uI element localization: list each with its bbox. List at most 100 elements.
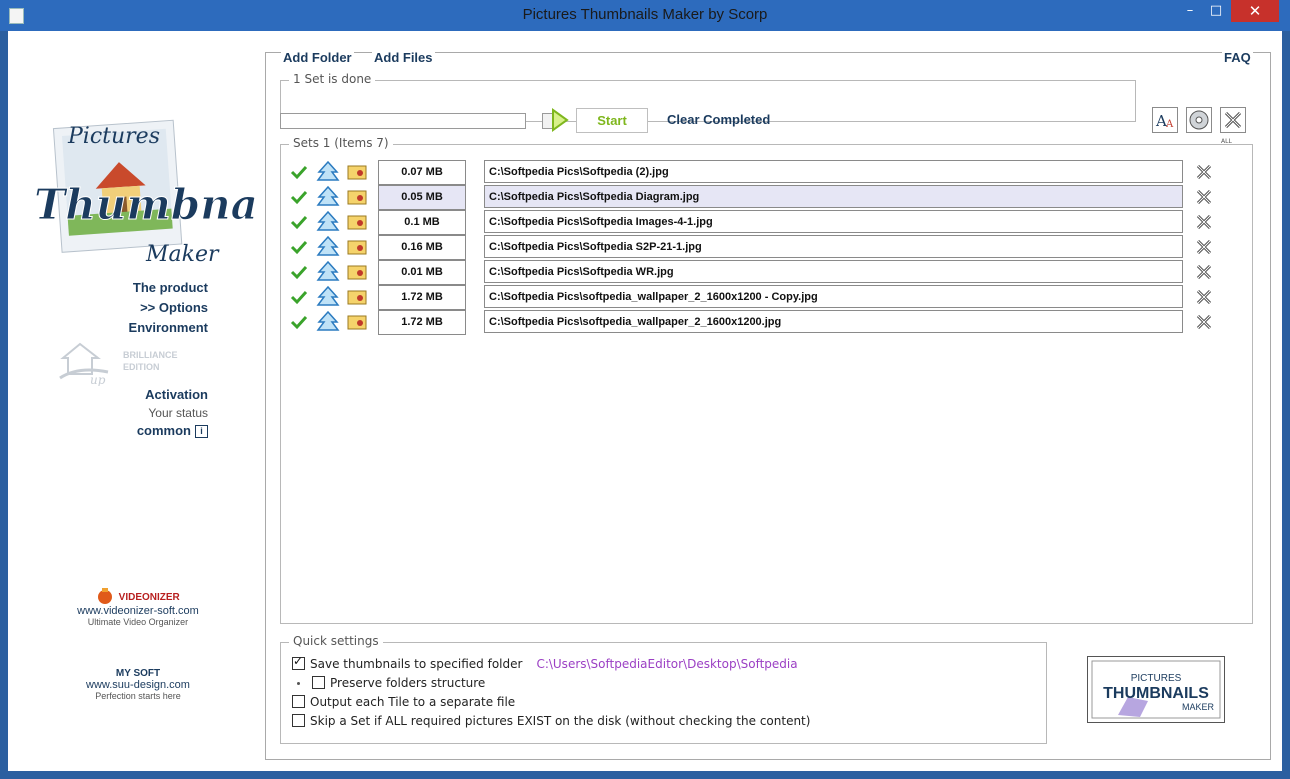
promo-url[interactable]: www.suu-design.com: [58, 679, 218, 691]
nav-environment[interactable]: Environment: [68, 320, 208, 335]
preserve-option[interactable]: Preserve folders structure: [297, 676, 485, 690]
save-thumbs-checkbox[interactable]: [292, 654, 305, 670]
start-button[interactable]: Start: [576, 108, 648, 133]
clear-completed-link[interactable]: Clear Completed: [667, 112, 770, 127]
output-tile-option[interactable]: Output each Tile to a separate file: [292, 695, 515, 709]
nav-activation[interactable]: Activation: [68, 387, 208, 402]
faq-link[interactable]: FAQ: [1222, 50, 1253, 65]
tree-icon[interactable]: [316, 260, 340, 284]
close-button[interactable]: ✕: [1231, 0, 1279, 22]
file-path[interactable]: C:\Softpedia Pics\softpedia_wallpaper_2_…: [484, 310, 1183, 333]
file-size: 1.72 MB: [378, 310, 466, 335]
minimize-button[interactable]: –: [1177, 0, 1203, 22]
remove-icon[interactable]: [1195, 163, 1213, 181]
tree-icon[interactable]: [316, 185, 340, 209]
skip-set-label: Skip a Set if ALL required pictures EXIS…: [310, 714, 811, 728]
sets-group-label: Sets 1 (Items 7): [289, 136, 393, 150]
picture-icon[interactable]: [347, 238, 367, 256]
check-icon: [290, 190, 308, 205]
picture-icon[interactable]: [347, 263, 367, 281]
logo-text-1: Pictures: [67, 124, 160, 149]
check-icon: [290, 265, 308, 280]
file-size: 0.1 MB: [378, 210, 466, 235]
font-settings-button[interactable]: A A: [1152, 107, 1178, 133]
disc-icon: [1189, 110, 1209, 130]
badge-line1: PICTURES: [1131, 673, 1182, 684]
file-size: 0.16 MB: [378, 235, 466, 260]
remove-icon[interactable]: [1195, 213, 1213, 231]
picture-icon[interactable]: [347, 213, 367, 231]
save-path-link[interactable]: C:\Users\SoftpediaEditor\Desktop\Softped…: [536, 657, 797, 671]
disc-button[interactable]: [1186, 107, 1212, 133]
promo-brand: VIDEONIZER: [118, 592, 180, 604]
check-icon: [290, 240, 308, 255]
brilliance-line1: BRILLIANCE: [123, 350, 178, 360]
nav-your-status: Your status: [148, 406, 208, 420]
preserve-label: Preserve folders structure: [330, 676, 486, 690]
file-size: 1.72 MB: [378, 285, 466, 310]
tree-icon[interactable]: [316, 310, 340, 334]
picture-icon[interactable]: [347, 313, 367, 331]
file-path[interactable]: C:\Softpedia Pics\Softpedia WR.jpg: [484, 260, 1183, 283]
tree-icon[interactable]: [316, 235, 340, 259]
file-size: 0.01 MB: [378, 260, 466, 285]
progress-bar: [280, 113, 526, 129]
title-bar: Pictures Thumbnails Maker by Scorp – □ ✕: [0, 0, 1290, 31]
tree-icon[interactable]: [316, 160, 340, 184]
info-icon[interactable]: i: [195, 425, 208, 439]
remove-icon[interactable]: [1195, 188, 1213, 206]
window-title: Pictures Thumbnails Maker by Scorp: [522, 6, 768, 23]
badge-line3: MAKER: [1182, 702, 1215, 712]
output-tile-checkbox[interactable]: [292, 695, 305, 708]
clear-all-button[interactable]: [1220, 107, 1246, 133]
remove-icon[interactable]: [1195, 313, 1213, 331]
status-group-label: 1 Set is done: [289, 72, 376, 86]
check-icon: [290, 290, 308, 305]
logo-text-2: Thumbnails: [34, 180, 258, 229]
product-badge-image: PICTURES THUMBNAILS MAKER: [1091, 660, 1221, 719]
play-icon[interactable]: [551, 108, 569, 132]
logo-text-3: Maker: [145, 242, 220, 267]
promo-mysoft[interactable]: MY SOFT www.suu-design.com Perfection st…: [58, 668, 218, 701]
add-folder-link[interactable]: Add Folder: [281, 50, 354, 65]
picture-icon[interactable]: [347, 188, 367, 206]
file-path[interactable]: C:\Softpedia Pics\Softpedia S2P-21-1.jpg: [484, 235, 1183, 258]
add-files-link[interactable]: Add Files: [372, 50, 435, 65]
preserve-checkbox[interactable]: [312, 676, 325, 689]
brilliance-edition-text: BRILLIANCE EDITION: [123, 349, 178, 373]
promo-brand: MY SOFT: [115, 668, 161, 679]
skip-set-option[interactable]: Skip a Set if ALL required pictures EXIS…: [292, 714, 810, 728]
brilliance-line2: EDITION: [123, 362, 160, 372]
remove-icon[interactable]: [1195, 238, 1213, 256]
nav-options[interactable]: >> Options: [68, 300, 208, 315]
videonizer-logo-icon: [98, 588, 113, 604]
promo-tagline: Ultimate Video Organizer: [87, 617, 189, 628]
file-path[interactable]: C:\Softpedia Pics\Softpedia Diagram.jpg: [484, 185, 1183, 208]
nav-the-product[interactable]: The product: [68, 280, 208, 295]
skip-set-checkbox[interactable]: [292, 714, 305, 727]
pictures-thumbnails-maker-logo: Pictures Thumbnails Maker: [34, 119, 258, 267]
check-icon: [290, 215, 308, 230]
save-thumbs-option[interactable]: Save thumbnails to specified folder C:\Us…: [292, 654, 798, 671]
remove-icon[interactable]: [1195, 263, 1213, 281]
tree-icon[interactable]: [316, 285, 340, 309]
product-badge[interactable]: PICTURES THUMBNAILS MAKER: [1087, 656, 1225, 723]
maximize-button[interactable]: □: [1203, 0, 1229, 22]
tree-icon[interactable]: [316, 210, 340, 234]
common-label: common: [136, 423, 191, 438]
svg-text:up: up: [90, 373, 106, 386]
picture-icon[interactable]: [347, 163, 367, 181]
file-path[interactable]: C:\Softpedia Pics\softpedia_wallpaper_2_…: [484, 285, 1183, 308]
picture-icon[interactable]: [347, 288, 367, 306]
save-thumbs-label: Save thumbnails to specified folder: [310, 657, 523, 671]
promo-url[interactable]: www.videonizer-soft.com: [58, 605, 218, 617]
file-size: 0.05 MB: [378, 185, 466, 210]
file-path[interactable]: C:\Softpedia Pics\Softpedia Images-4-1.j…: [484, 210, 1183, 233]
remove-icon[interactable]: [1195, 288, 1213, 306]
file-path[interactable]: C:\Softpedia Pics\Softpedia (2).jpg: [484, 160, 1183, 183]
svg-text:A: A: [1165, 119, 1174, 130]
nav-common[interactable]: common i: [68, 423, 208, 439]
output-tile-label: Output each Tile to a separate file: [310, 695, 516, 709]
quick-settings-label: Quick settings: [289, 634, 383, 648]
promo-videonizer[interactable]: VIDEONIZER www.videonizer-soft.com Ultim…: [58, 587, 218, 627]
